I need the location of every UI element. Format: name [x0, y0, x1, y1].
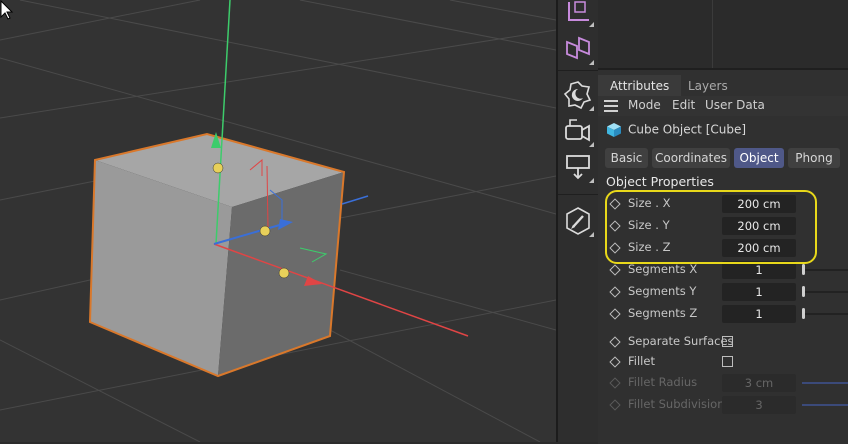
slider-track	[802, 404, 848, 406]
deformer-icon[interactable]	[561, 150, 595, 184]
property-fillet-radius: Fillet Radius 3 cm	[598, 373, 848, 393]
property-fillet-subdivision: Fillet Subdivision 3	[598, 395, 848, 415]
keyframe-diamond-icon[interactable]	[609, 264, 621, 276]
viewport-scene	[0, 0, 556, 442]
segments-z-input[interactable]: 1	[722, 305, 796, 323]
mouse-cursor-icon	[0, 0, 14, 20]
fillet-checkbox[interactable]	[722, 356, 733, 367]
object-title-label: Cube Object [Cube]	[628, 122, 747, 137]
fillet-subdivision-input: 3	[722, 396, 796, 414]
property-label: Fillet Subdivision	[628, 397, 725, 411]
highlight-annotation	[605, 190, 817, 264]
property-label: Fillet	[628, 354, 655, 368]
property-label: Fillet Radius	[628, 375, 698, 389]
keyframe-diamond-icon[interactable]	[609, 336, 621, 348]
fillet-radius-input: 3 cm	[722, 374, 796, 392]
segments-y-input[interactable]: 1	[722, 283, 796, 301]
object-title: Cube Object [Cube]	[606, 122, 746, 138]
tab-layers[interactable]: Layers	[676, 75, 740, 97]
property-segments-z: Segments Z 1	[598, 304, 848, 324]
cube-object-icon	[607, 123, 621, 137]
keyframe-diamond-icon	[609, 377, 621, 389]
property-label: Separate Surfaces	[628, 334, 734, 348]
tab-attributes[interactable]: Attributes	[598, 75, 682, 97]
environment-icon[interactable]	[561, 78, 595, 112]
tab-basic[interactable]: Basic	[605, 148, 648, 168]
hamburger-menu-icon[interactable]	[604, 100, 618, 112]
tab-phong[interactable]: Phong	[788, 148, 840, 168]
panel-tab-bar: Attributes Layers	[598, 72, 848, 97]
menu-user-data[interactable]: User Data	[705, 98, 765, 112]
axis-mode-icon[interactable]	[561, 0, 595, 28]
slider-handle[interactable]	[802, 286, 805, 297]
tab-object[interactable]: Object	[734, 148, 784, 168]
property-label: Segments X	[628, 262, 698, 276]
attributes-menubar: Mode Edit User Data	[598, 96, 848, 116]
separate-surfaces-checkbox[interactable]	[722, 336, 733, 347]
slider-handle[interactable]	[802, 264, 805, 275]
section-title: Object Properties	[606, 174, 714, 189]
property-fillet: Fillet	[598, 352, 848, 372]
keyframe-diamond-icon[interactable]	[609, 356, 621, 368]
keyframe-diamond-icon[interactable]	[609, 286, 621, 298]
slider-handle[interactable]	[802, 308, 805, 319]
viewport-3d[interactable]	[0, 0, 556, 442]
menu-edit[interactable]: Edit	[672, 98, 695, 112]
object-manager-panel[interactable]	[598, 0, 848, 68]
sketch-pencil-icon[interactable]	[561, 204, 595, 238]
slider-track[interactable]	[805, 313, 848, 315]
slider-track[interactable]	[805, 269, 848, 271]
slider-track	[802, 382, 848, 384]
slider-track[interactable]	[805, 291, 848, 293]
keyframe-diamond-icon[interactable]	[609, 308, 621, 320]
property-separate-surfaces: Separate Surfaces	[598, 332, 848, 352]
property-label: Segments Z	[628, 306, 698, 320]
property-label: Segments Y	[628, 284, 697, 298]
camera-icon[interactable]	[561, 114, 595, 148]
keyframe-diamond-icon	[609, 399, 621, 411]
menu-mode[interactable]: Mode	[628, 98, 661, 112]
column-divider	[712, 0, 713, 68]
property-segments-y: Segments Y 1	[598, 282, 848, 302]
polygon-pen-icon[interactable]	[561, 32, 595, 66]
vertical-toolbar	[558, 0, 598, 442]
tab-coordinates[interactable]: Coordinates	[652, 148, 730, 168]
